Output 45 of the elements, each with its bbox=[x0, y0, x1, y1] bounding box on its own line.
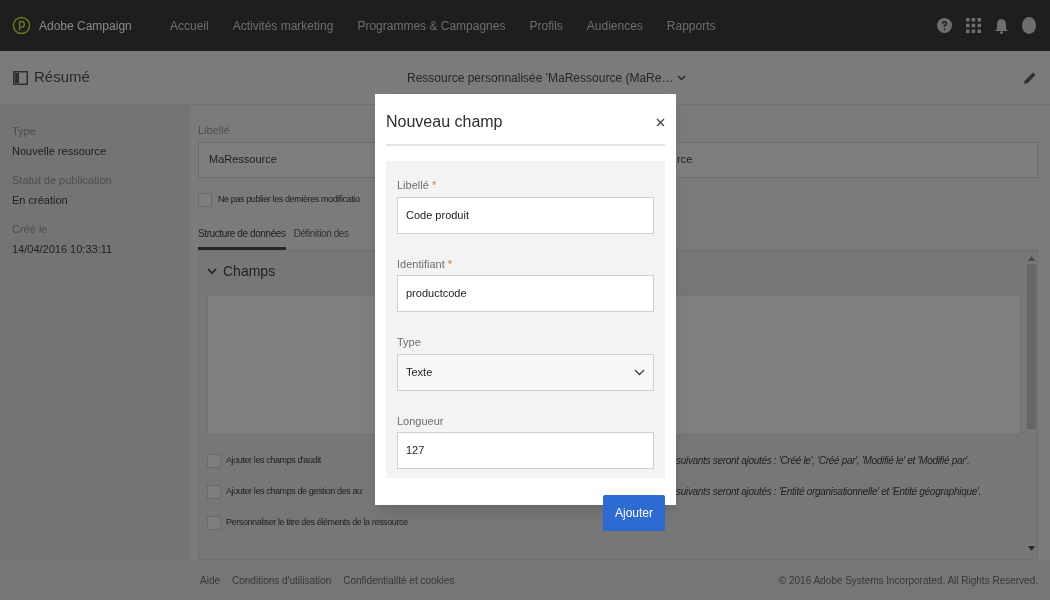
field-label: Libellé * bbox=[397, 178, 438, 193]
dialog-title: Nouveau champ bbox=[386, 112, 503, 132]
nav-link[interactable]: Rapports bbox=[666, 16, 716, 35]
field-label: Type bbox=[397, 335, 422, 350]
checkbox-label: Ne pas publier les dernières modificatio bbox=[218, 192, 360, 206]
field-value: 14/04/2016 10:33:11 bbox=[12, 241, 114, 257]
nav-link[interactable]: Audiences bbox=[586, 16, 643, 35]
checkbox-label: Ajouter les champs de gestion des au bbox=[226, 484, 362, 498]
help-icon[interactable] bbox=[937, 18, 952, 33]
chevron-down-icon bbox=[634, 368, 645, 376]
input-field[interactable]: Code produit bbox=[397, 196, 654, 234]
close-icon[interactable] bbox=[656, 117, 665, 127]
checkbox-label: Personnaliser le titre des éléments de la ressource bbox=[226, 515, 408, 529]
dropdown[interactable]: Texte bbox=[397, 353, 654, 391]
nav-link[interactable]: Programmes & Campagnes bbox=[357, 16, 506, 35]
nav-link[interactable]: Accueil bbox=[170, 16, 209, 35]
copyright-text: © 2016 Adobe Systems Incorporated. All Rights Reserved. bbox=[778, 574, 1038, 588]
field-value: En création bbox=[12, 192, 69, 208]
bell-icon[interactable] bbox=[995, 17, 1008, 34]
panel-icon[interactable] bbox=[13, 70, 28, 85]
input-field[interactable]: productcode bbox=[397, 275, 654, 312]
footer-link[interactable]: Aide bbox=[200, 573, 220, 588]
avatar-icon[interactable] bbox=[1022, 17, 1036, 34]
resource-title-dropdown[interactable]: Ressource personnalisée 'MaRessource (MaRe… bbox=[407, 68, 687, 87]
tab[interactable]: Définition des bbox=[293, 225, 349, 250]
field-value: Nouvelle ressource bbox=[12, 143, 108, 159]
section-toggle[interactable]: Champs bbox=[207, 260, 276, 282]
footer-link[interactable]: Conditions d'utilisation bbox=[232, 573, 332, 588]
scroll-up-icon[interactable] bbox=[1027, 255, 1035, 261]
pencil-icon[interactable] bbox=[1023, 70, 1037, 85]
checkbox-label: Ajouter les champs d'audit bbox=[226, 453, 321, 467]
nav-link[interactable]: Profils bbox=[529, 16, 563, 35]
field-label: Longueur bbox=[397, 413, 445, 429]
nav-link[interactable]: Activités marketing bbox=[232, 16, 334, 35]
add-button[interactable]: Ajouter bbox=[602, 495, 665, 531]
option-note: suivants seront ajoutés : 'Entité organisationnelle' et 'Entité géographique'. bbox=[676, 485, 981, 499]
apps-grid-icon[interactable] bbox=[966, 18, 981, 33]
input-field[interactable]: 127 bbox=[397, 432, 654, 469]
summary-title: Résumé bbox=[34, 67, 90, 88]
app-name: Adobe Campaign bbox=[39, 17, 132, 35]
option-note: suivants seront ajoutés : 'Créé le', 'Créé par', 'Modifié le' et 'Modifié par'. bbox=[676, 454, 970, 468]
field-label: Identifiant * bbox=[397, 256, 454, 272]
logo-icon bbox=[12, 16, 31, 35]
scroll-down-icon[interactable] bbox=[1027, 546, 1035, 551]
chevron-down-icon bbox=[677, 74, 687, 81]
